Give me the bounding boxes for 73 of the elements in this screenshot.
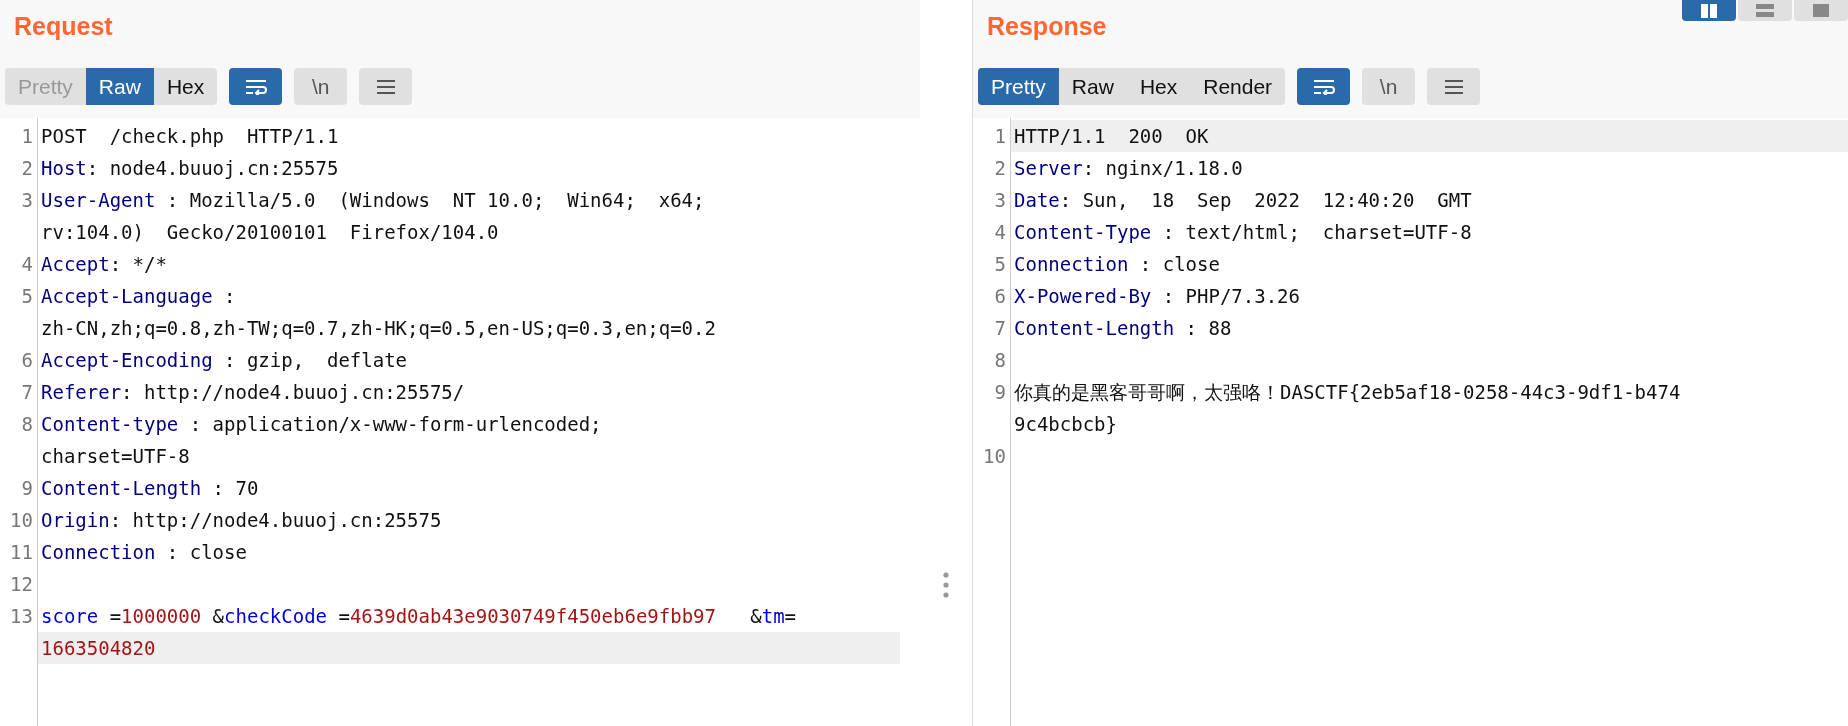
line-number: 7 <box>21 381 33 403</box>
line-number: 9 <box>21 477 33 499</box>
line-number: 6 <box>21 349 33 371</box>
line-number: 1 <box>994 125 1006 147</box>
view-tab[interactable]: Raw <box>85 68 154 105</box>
line-number: 8 <box>21 413 33 435</box>
code-line: rv:104.0) Gecko/20100101 Firefox/104.0 <box>41 221 499 243</box>
view-tab[interactable]: Pretty <box>978 68 1059 105</box>
code-line: Accept: */* <box>41 253 167 275</box>
layout-button[interactable] <box>1738 0 1792 21</box>
line-number: 2 <box>994 157 1006 179</box>
line-number: 10 <box>983 445 1006 467</box>
line-number: 6 <box>994 285 1006 307</box>
line-number: 3 <box>994 189 1006 211</box>
code-line: Connection : close <box>1014 253 1220 275</box>
code-line: Server: nginx/1.18.0 <box>1014 157 1243 179</box>
line-number: 4 <box>21 253 33 275</box>
code-line: Origin: http://node4.buuoj.cn:25575 <box>41 509 442 531</box>
code-line: X-Powered-By : PHP/7.3.26 <box>1014 285 1300 307</box>
word-wrap-button[interactable] <box>1297 68 1351 105</box>
columns-icon <box>1699 4 1719 18</box>
code-line: zh-CN,zh;q=0.8,zh-TW;q=0.7,zh-HK;q=0.5,en-US;q=0.3,en;q=0.2 <box>41 317 716 339</box>
view-tab[interactable]: Render <box>1190 68 1286 105</box>
view-tab[interactable]: Raw <box>1058 68 1127 105</box>
line-number: 5 <box>994 253 1006 275</box>
line-number: 3 <box>21 189 33 211</box>
code-line: Content-Type : text/html; charset=UTF-8 <box>1014 221 1472 243</box>
code-line: Accept-Language : <box>41 285 236 307</box>
code-line: Host: node4.buuoj.cn:25575 <box>41 157 339 179</box>
menu-button[interactable] <box>359 68 413 105</box>
menu-button[interactable] <box>1427 68 1481 105</box>
line-number: 10 <box>10 509 33 531</box>
code-line: 9c4bcbcb} <box>1014 413 1117 435</box>
line-number: 1 <box>21 125 33 147</box>
menu-icon <box>1443 78 1464 95</box>
layout-button[interactable] <box>1682 0 1736 21</box>
view-tab[interactable]: Hex <box>153 68 218 105</box>
panel-title: Response <box>987 12 1107 41</box>
line-number: 13 <box>10 605 33 627</box>
code-line: Accept-Encoding : gzip, deflate <box>41 349 408 371</box>
code-line: charset=UTF-8 <box>41 445 190 467</box>
line-number: 7 <box>994 317 1006 339</box>
line-number: 4 <box>994 221 1006 243</box>
code-line: 1663504820 <box>41 637 156 659</box>
menu-icon <box>375 78 396 95</box>
code-line: HTTP/1.1 200 OK <box>1014 125 1209 147</box>
line-number: 8 <box>994 349 1006 371</box>
code-line: User-Agent : Mozilla/5.0 (Windows NT 10.0; Win64; x64; <box>41 189 705 211</box>
newline-button[interactable]: \n <box>1362 68 1416 105</box>
newline-button[interactable]: \n <box>294 68 348 105</box>
word-wrap-icon <box>244 78 267 95</box>
code-line: score =1000000 &checkCode =4639d0ab43e9030749f450eb6e9fbb97 &tm= <box>41 605 797 627</box>
line-number: 5 <box>21 285 33 307</box>
code-line: Content-Length : 88 <box>1014 317 1232 339</box>
square-icon <box>1811 4 1831 18</box>
code-line: Referer: http://node4.buuoj.cn:25575/ <box>41 381 465 403</box>
word-wrap-icon <box>1312 78 1335 95</box>
line-number: 2 <box>21 157 33 179</box>
code-line: Content-type : application/x-www-form-urlencoded; <box>41 413 602 435</box>
rows-icon <box>1755 4 1775 18</box>
code-line: POST /check.php HTTP/1.1 <box>41 125 339 147</box>
word-wrap-button[interactable] <box>229 68 283 105</box>
panel-title: Request <box>14 12 113 41</box>
line-number: 9 <box>994 381 1006 403</box>
code-line: Date: Sun, 18 Sep 2022 12:40:20 GMT <box>1014 189 1472 211</box>
view-tab[interactable]: Hex <box>1126 68 1191 105</box>
drag-handle-icon[interactable] <box>942 572 950 598</box>
code-line: Connection : close <box>41 541 247 563</box>
line-number: 11 <box>10 541 33 563</box>
code-line: 你真的是黑客哥哥啊，太强咯！DASCTF{2eb5af18-0258-44c3-9df1-b474 <box>1014 381 1681 403</box>
code-line: Content-Length : 70 <box>41 477 259 499</box>
layout-button[interactable] <box>1794 0 1848 21</box>
line-number: 12 <box>10 573 33 595</box>
